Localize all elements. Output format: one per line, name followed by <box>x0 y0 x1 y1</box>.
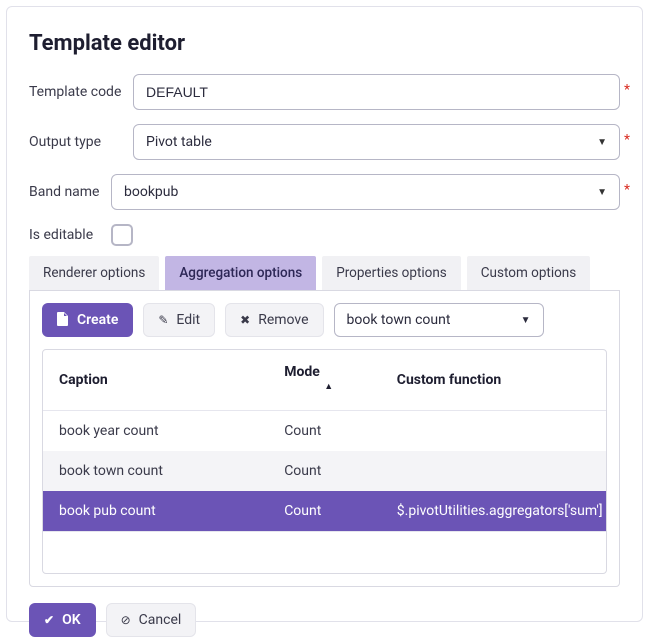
template-editor-dialog: Template editor Template code * Output t… <box>6 6 643 622</box>
cell-caption: book pub count <box>43 491 268 531</box>
template-code-input[interactable] <box>133 74 620 110</box>
cell-func <box>381 411 606 452</box>
aggregation-select-value: book town count <box>347 312 451 328</box>
pencil-icon: ✎ <box>158 313 168 327</box>
dialog-title: Template editor <box>29 31 620 56</box>
cell-mode: Count <box>268 451 381 491</box>
tab-renderer-options[interactable]: Renderer options <box>29 256 159 290</box>
cell-caption: book town count <box>43 451 268 491</box>
close-icon: ✖ <box>240 313 250 327</box>
cell-func: $.pivotUtilities.aggregators['sum'] <box>381 491 606 531</box>
required-marker: * <box>624 132 630 148</box>
chevron-down-icon: ▼ <box>521 315 531 326</box>
row-band-name: Band name bookpub ▼ * <box>29 174 620 210</box>
cell-mode: Count <box>268 411 381 452</box>
aggregation-table: Caption Mode ▲ Custom function book year… <box>42 349 607 574</box>
tabs: Renderer options Aggregation options Pro… <box>29 256 620 290</box>
edit-button[interactable]: ✎ Edit <box>143 303 215 337</box>
ok-button[interactable]: ✔ OK <box>29 603 96 637</box>
row-output-type: Output type Pivot table ▼ * <box>29 124 620 160</box>
remove-button-label: Remove <box>258 312 308 328</box>
edit-button-label: Edit <box>176 312 200 328</box>
label-template-code: Template code <box>29 84 133 100</box>
is-editable-checkbox[interactable] <box>111 224 133 246</box>
col-header-custom-function[interactable]: Custom function <box>381 350 606 411</box>
ban-icon: ⊘ <box>121 613 131 627</box>
table-row[interactable]: book town count Count <box>43 451 606 491</box>
row-template-code: Template code * <box>29 74 620 110</box>
table-empty-footer <box>43 531 606 573</box>
label-output-type: Output type <box>29 134 133 150</box>
chevron-down-icon: ▼ <box>597 137 607 148</box>
tab-aggregation-options[interactable]: Aggregation options <box>165 256 316 290</box>
create-button-label: Create <box>77 312 118 328</box>
table-row[interactable]: book pub count Count $.pivotUtilities.ag… <box>43 491 606 531</box>
band-name-value: bookpub <box>124 184 178 200</box>
panel-toolbar: Create ✎ Edit ✖ Remove book town count ▼ <box>42 303 607 337</box>
required-marker: * <box>624 82 630 98</box>
aggregation-panel: Create ✎ Edit ✖ Remove book town count ▼ <box>29 290 620 587</box>
output-type-value: Pivot table <box>146 134 212 150</box>
document-icon <box>57 312 69 329</box>
table-row[interactable]: book year count Count <box>43 411 606 452</box>
tab-custom-options[interactable]: Custom options <box>467 256 590 290</box>
aggregation-select[interactable]: book town count ▼ <box>334 303 544 337</box>
cell-mode: Count <box>268 491 381 531</box>
band-name-select[interactable]: bookpub ▼ <box>111 174 620 210</box>
row-is-editable: Is editable <box>29 224 620 246</box>
col-header-mode[interactable]: Mode ▲ <box>268 350 381 411</box>
label-band-name: Band name <box>29 184 111 200</box>
cell-caption: book year count <box>43 411 268 452</box>
output-type-select[interactable]: Pivot table ▼ <box>133 124 620 160</box>
sort-asc-icon: ▲ <box>324 381 333 392</box>
chevron-down-icon: ▼ <box>597 187 607 198</box>
tab-properties-options[interactable]: Properties options <box>322 256 461 290</box>
cancel-button[interactable]: ⊘ Cancel <box>106 603 197 637</box>
remove-button[interactable]: ✖ Remove <box>225 303 323 337</box>
create-button[interactable]: Create <box>42 303 133 337</box>
ok-button-label: OK <box>62 612 81 628</box>
col-header-caption[interactable]: Caption <box>43 350 268 411</box>
dialog-footer: ✔ OK ⊘ Cancel <box>29 603 620 637</box>
required-marker: * <box>624 182 630 198</box>
cell-func <box>381 451 606 491</box>
check-icon: ✔ <box>44 613 54 627</box>
cancel-button-label: Cancel <box>139 612 182 628</box>
label-is-editable: Is editable <box>29 227 111 243</box>
